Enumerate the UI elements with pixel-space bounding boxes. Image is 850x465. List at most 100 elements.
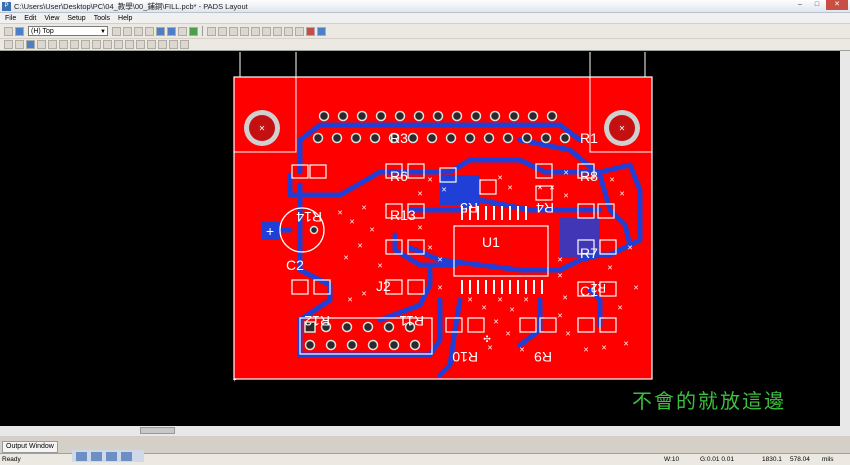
svg-text:✕: ✕	[417, 191, 423, 198]
drafting-toolbar-icon[interactable]	[167, 26, 176, 36]
plus-marker: +	[266, 223, 274, 239]
select-vias-icon[interactable]	[70, 40, 79, 49]
label-r3: R3	[390, 130, 408, 146]
select-arrow-icon[interactable]	[4, 40, 13, 49]
horizontal-scrollbar[interactable]	[0, 426, 850, 436]
cut-icon[interactable]	[123, 26, 132, 36]
vertical-scrollbar[interactable]	[840, 51, 850, 426]
properties-icon[interactable]	[284, 26, 293, 36]
menu-file[interactable]: File	[5, 15, 16, 22]
svg-text:✕: ✕	[563, 193, 569, 200]
select-copper-icon[interactable]	[81, 40, 90, 49]
tray-tool-icon[interactable]	[106, 451, 117, 461]
close-button[interactable]: ✕	[826, 0, 848, 10]
drc-icon[interactable]	[306, 26, 315, 36]
undo-icon[interactable]	[207, 26, 216, 36]
window-title: C:\Users\User\Desktop\PC\04_教學\00_鋪銅\FIL…	[14, 1, 248, 11]
svg-text:✕: ✕	[583, 347, 589, 354]
zoom-icon[interactable]	[229, 26, 238, 36]
pads-layout-icon: P	[2, 1, 11, 11]
label-r10: R10	[452, 349, 478, 365]
maximize-button[interactable]: □	[809, 0, 825, 10]
status-units: mils	[822, 456, 834, 463]
svg-text:✕: ✕	[609, 177, 615, 184]
select-all-icon[interactable]	[136, 40, 145, 49]
svg-text:✕: ✕	[617, 305, 623, 312]
select-parts-icon[interactable]	[37, 40, 46, 49]
svg-text:✕: ✕	[357, 243, 363, 250]
tray-app-icon[interactable]	[76, 451, 87, 461]
chevron-down-icon: ▼	[100, 29, 106, 35]
svg-text:✕: ✕	[441, 187, 447, 194]
standard-toolbar: (H) Top ▼	[0, 24, 850, 38]
origin-marker: +	[233, 378, 237, 384]
select-keepout-icon[interactable]	[125, 40, 134, 49]
output-window-tab[interactable]: Output Window	[2, 441, 58, 453]
select-traces-icon[interactable]	[59, 40, 68, 49]
menu-edit[interactable]: Edit	[24, 15, 36, 22]
menu-tools[interactable]: Tools	[94, 15, 110, 22]
select-drafting-icon[interactable]	[114, 40, 123, 49]
layer-icon[interactable]	[112, 26, 121, 36]
status-width: W:10	[664, 456, 680, 463]
svg-text:✕: ✕	[427, 245, 433, 252]
horizontal-scroll-thumb[interactable]	[140, 427, 175, 434]
svg-text:✕: ✕	[619, 124, 626, 133]
select-pins-icon[interactable]	[48, 40, 57, 49]
menu-help[interactable]: Help	[118, 15, 132, 22]
svg-text:✕: ✕	[417, 225, 423, 232]
svg-text:✕: ✕	[519, 347, 525, 354]
layer-select[interactable]: (H) Top ▼	[28, 26, 108, 36]
caption-text: 不會的就放這邊	[632, 389, 786, 413]
select-errors-icon[interactable]	[180, 40, 189, 49]
select-pads-icon[interactable]	[158, 40, 167, 49]
svg-text:✕: ✕	[437, 257, 443, 264]
svg-text:✕: ✕	[557, 257, 563, 264]
route-icon[interactable]	[178, 26, 187, 36]
filter-icon[interactable]	[15, 40, 24, 49]
select-labels-icon[interactable]	[169, 40, 178, 49]
minimize-button[interactable]: –	[792, 0, 808, 10]
svg-text:✕: ✕	[361, 291, 367, 298]
menu-setup[interactable]: Setup	[67, 15, 85, 22]
pcb-drawing[interactable]: ✕ ✕ ✕✕✕ ✕✕ ✕ ✕ ✕✕✕✕ ✕✕✕✕ ✕✕✕ ✕✕✕ ✕✕✕✕ ✕✕…	[0, 51, 840, 426]
select-nets-icon[interactable]	[26, 40, 35, 49]
status-y: 578.04	[790, 456, 810, 463]
svg-text:✕: ✕	[562, 295, 568, 302]
save-icon[interactable]	[15, 26, 24, 36]
verify-icon[interactable]	[317, 26, 326, 36]
select-text-icon[interactable]	[92, 40, 101, 49]
svg-text:✕: ✕	[509, 307, 515, 314]
query-icon[interactable]	[295, 26, 304, 36]
svg-text:✕: ✕	[497, 297, 503, 304]
select-board-icon[interactable]	[103, 40, 112, 49]
label-r2: R2	[590, 281, 606, 295]
svg-text:✕: ✕	[549, 185, 555, 192]
select-clear-icon[interactable]	[147, 40, 156, 49]
menu-view[interactable]: View	[44, 15, 59, 22]
pcb-canvas[interactable]: ✕ ✕ ✕ ✕ ✕ ✕ ✕ ✕ ✕ ✕ ✕ ✕ ✕ ✕ ✕ ✕ ✕ ✕ ✕ ✕ …	[0, 51, 840, 426]
svg-text:✕: ✕	[343, 255, 349, 262]
svg-text:✕: ✕	[259, 124, 266, 133]
board-icon[interactable]	[251, 26, 260, 36]
svg-text:✕: ✕	[437, 285, 443, 292]
title-bar: P C:\Users\User\Desktop\PC\04_教學\00_鋪銅\F…	[0, 0, 850, 13]
redraw-icon[interactable]	[262, 26, 271, 36]
svg-text:✕: ✕	[467, 297, 473, 304]
redo-icon[interactable]	[218, 26, 227, 36]
tray-close-icon[interactable]	[121, 451, 132, 461]
svg-text:✕: ✕	[537, 185, 543, 192]
label-j2: J2	[376, 278, 391, 294]
zoom-box-icon[interactable]	[240, 26, 249, 36]
copy-icon[interactable]	[134, 26, 143, 36]
display-icon[interactable]	[273, 26, 282, 36]
label-r8: R8	[580, 168, 598, 184]
open-icon[interactable]	[4, 26, 13, 36]
move-icon[interactable]	[189, 26, 198, 36]
layer-select-value: (H) Top	[31, 28, 54, 35]
tray-window-icon[interactable]	[91, 451, 102, 461]
menu-bar: File Edit View Setup Tools Help	[0, 13, 850, 23]
label-r5: R5	[460, 200, 478, 216]
design-toolbar-icon[interactable]	[156, 26, 165, 36]
paste-icon[interactable]	[145, 26, 154, 36]
